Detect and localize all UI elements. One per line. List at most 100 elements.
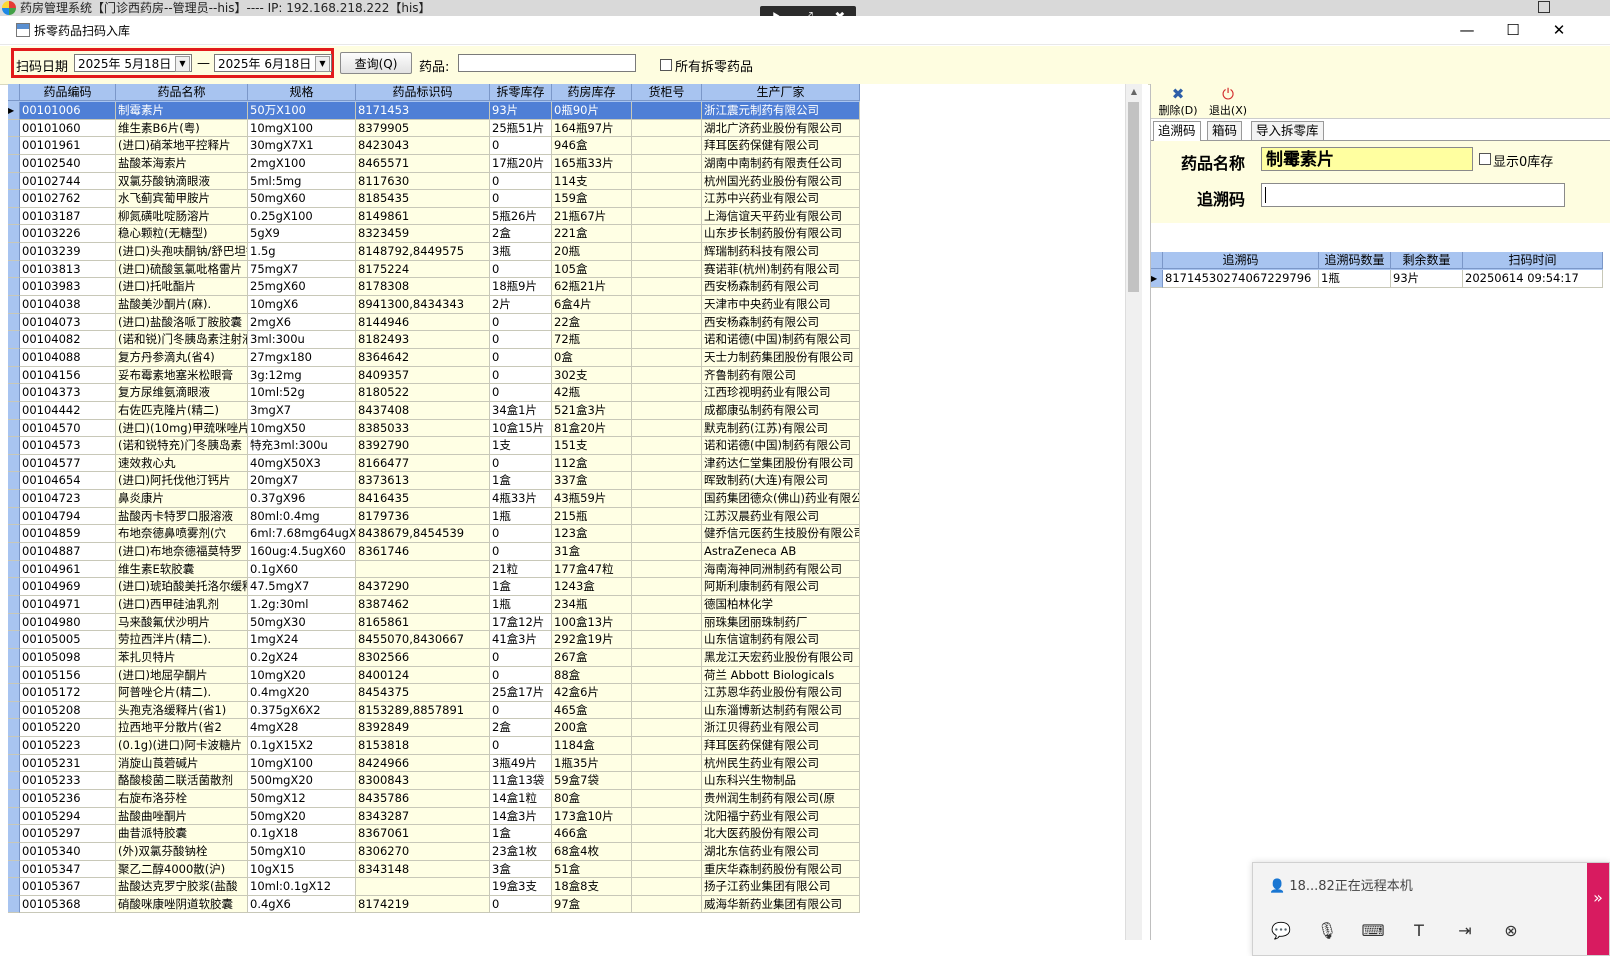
table-cell[interactable]: 14盒3片 [490, 807, 552, 826]
table-cell[interactable] [632, 102, 702, 120]
table-cell[interactable]: 8424966 [356, 754, 490, 773]
table-cell[interactable]: 黑龙江天宏药业股份有限公司 [702, 648, 860, 667]
table-cell[interactable]: 8379905 [356, 119, 490, 138]
table-cell[interactable]: 8387462 [356, 595, 490, 614]
table-cell[interactable]: 0盒 [552, 348, 632, 367]
table-cell[interactable]: 00104038 [20, 296, 116, 314]
table-row[interactable]: 00105156 (进口)地屈孕酮片 10mgX20 8400124 0 88盒 荷兰 Ab… [8, 666, 860, 685]
table-cell[interactable]: 0 [490, 172, 552, 191]
table-cell[interactable]: 00105368 [20, 895, 116, 914]
table-cell[interactable]: 0.1gX18 [248, 825, 356, 843]
table-cell[interactable]: 521盒3片 [552, 401, 632, 420]
table-cell[interactable]: 1瓶 [490, 595, 552, 614]
table-cell[interactable]: 50mgX20 [248, 807, 356, 826]
table-cell[interactable] [632, 366, 702, 385]
table-cell[interactable] [632, 243, 702, 261]
table-cell[interactable]: (进口)西甲硅油乳剂 [116, 595, 248, 614]
table-cell[interactable] [632, 878, 702, 896]
table-cell[interactable]: 2盒 [490, 719, 552, 738]
table-cell[interactable]: 8385033 [356, 419, 490, 438]
table-cell[interactable]: 江西珍视明药业有限公司 [702, 384, 860, 402]
table-cell[interactable]: 34盒1片 [490, 401, 552, 420]
table-cell[interactable]: 00104573 [20, 437, 116, 455]
table-cell[interactable] [632, 754, 702, 773]
table-cell[interactable]: 1盒 [490, 825, 552, 843]
row-indicator[interactable] [8, 578, 20, 596]
table-cell[interactable] [632, 119, 702, 138]
table-cell[interactable]: 59盒7袋 [552, 772, 632, 790]
table-row[interactable]: 00105233 酪酸梭菌二联活菌散剂 500mgX20 8300843 11盒13袋 5… [8, 772, 860, 790]
table-cell[interactable]: 00103813 [20, 260, 116, 279]
table-cell[interactable]: 制霉素片 [116, 102, 248, 120]
table-row[interactable]: ▶ 81714530274067229796 1瓶 93片 20250614 09:54… [1151, 270, 1603, 288]
table-cell[interactable]: 0.1gX60 [248, 560, 356, 579]
row-indicator[interactable] [8, 648, 20, 667]
row-indicator[interactable] [8, 348, 20, 367]
table-cell[interactable] [632, 525, 702, 544]
tab-import-split[interactable]: 导入拆零库 [1251, 121, 1324, 140]
table-cell[interactable]: 右佐匹克隆片(精二) [116, 401, 248, 420]
table-cell[interactable]: 0瓶90片 [552, 102, 632, 120]
table-cell[interactable]: 8343148 [356, 860, 490, 879]
table-cell[interactable]: 17盒12片 [490, 613, 552, 632]
table-cell[interactable]: 5gX9 [248, 225, 356, 244]
table-cell[interactable]: 湖北广济药业股份有限公司 [702, 119, 860, 138]
table-cell[interactable]: 江苏中兴药业有限公司 [702, 190, 860, 208]
table-cell[interactable]: 221盒 [552, 225, 632, 244]
table-cell[interactable]: 8454375 [356, 684, 490, 702]
table-cell[interactable] [632, 137, 702, 155]
table-cell[interactable]: 946盒 [552, 137, 632, 155]
table-cell[interactable]: 8373613 [356, 472, 490, 491]
table-row[interactable]: 00104577 速效救心丸 40mgX50X3 8166477 0 112盒 津药达仁堂集… [8, 454, 860, 473]
table-cell[interactable]: 水飞蓟宾葡甲胺片 [116, 190, 248, 208]
table-cell[interactable] [632, 296, 702, 314]
row-indicator[interactable] [8, 737, 20, 755]
table-cell[interactable]: 1.5g [248, 243, 356, 261]
table-cell[interactable]: 10gX15 [248, 860, 356, 879]
column-header[interactable]: 追溯码 [1163, 252, 1319, 269]
table-row[interactable]: 00105208 头孢克洛缓释片(省1) 0.375gX6X2 8153289,885… [8, 701, 860, 720]
row-indicator[interactable] [8, 437, 20, 455]
table-cell[interactable]: 天津市中央药业有限公司 [702, 296, 860, 314]
table-cell[interactable]: (进口)布地奈德福莫特罗 [116, 543, 248, 561]
row-indicator[interactable] [8, 525, 20, 544]
table-cell[interactable]: 0.1gX15X2 [248, 737, 356, 755]
table-cell[interactable]: 40mgX50X3 [248, 454, 356, 473]
table-cell[interactable]: 柳氮磺吡啶肠溶片 [116, 207, 248, 226]
table-cell[interactable]: 00104442 [20, 401, 116, 420]
table-cell[interactable]: 00103239 [20, 243, 116, 261]
table-cell[interactable]: 00105236 [20, 789, 116, 808]
table-cell[interactable]: 酪酸梭菌二联活菌散剂 [116, 772, 248, 790]
table-cell[interactable]: 0 [490, 525, 552, 544]
table-cell[interactable]: 0.4gX6 [248, 895, 356, 914]
table-cell[interactable]: 1瓶 [1319, 270, 1391, 288]
table-cell[interactable]: 3瓶 [490, 243, 552, 261]
query-button[interactable]: 查询(Q) [340, 52, 412, 74]
table-row[interactable]: 00105236 右旋布洛芬栓 50mgX12 8435786 14盒1粒 80盒 贵州润生… [8, 789, 860, 808]
table-cell[interactable]: 8182493 [356, 331, 490, 349]
close-button[interactable]: ✕ [1542, 19, 1576, 41]
table-cell[interactable] [632, 384, 702, 402]
table-cell[interactable] [356, 878, 490, 896]
table-cell[interactable]: 8153818 [356, 737, 490, 755]
row-indicator[interactable] [8, 490, 20, 508]
table-cell[interactable] [632, 419, 702, 438]
table-cell[interactable] [632, 331, 702, 349]
table-cell[interactable]: 80ml:0.4mg [248, 507, 356, 526]
row-indicator[interactable] [8, 225, 20, 244]
table-cell[interactable]: 00103187 [20, 207, 116, 226]
table-row[interactable]: ▶ 00101006 制霉素片 50万X100 8171453 93片 0瓶90片 浙江震元制… [8, 102, 860, 120]
table-cell[interactable]: 51盒 [552, 860, 632, 879]
table-row[interactable]: 00104971 (进口)西甲硅油乳剂 1.2g:30ml 8387462 1瓶 234瓶… [8, 595, 860, 614]
column-header[interactable]: 货柜号 [632, 84, 702, 101]
table-cell[interactable]: 337盒 [552, 472, 632, 491]
table-cell[interactable]: 1盒 [490, 472, 552, 491]
table-cell[interactable]: 8367061 [356, 825, 490, 843]
table-cell[interactable]: 42瓶 [552, 384, 632, 402]
table-cell[interactable]: 00102762 [20, 190, 116, 208]
table-row[interactable]: 00101961 (进口)硝苯地平控释片 30mgX7X1 8423043 0 946盒 拜… [8, 137, 860, 155]
row-indicator[interactable] [8, 454, 20, 473]
table-cell[interactable]: 00102540 [20, 154, 116, 173]
table-cell[interactable]: 8400124 [356, 666, 490, 685]
table-cell[interactable]: 0 [490, 701, 552, 720]
